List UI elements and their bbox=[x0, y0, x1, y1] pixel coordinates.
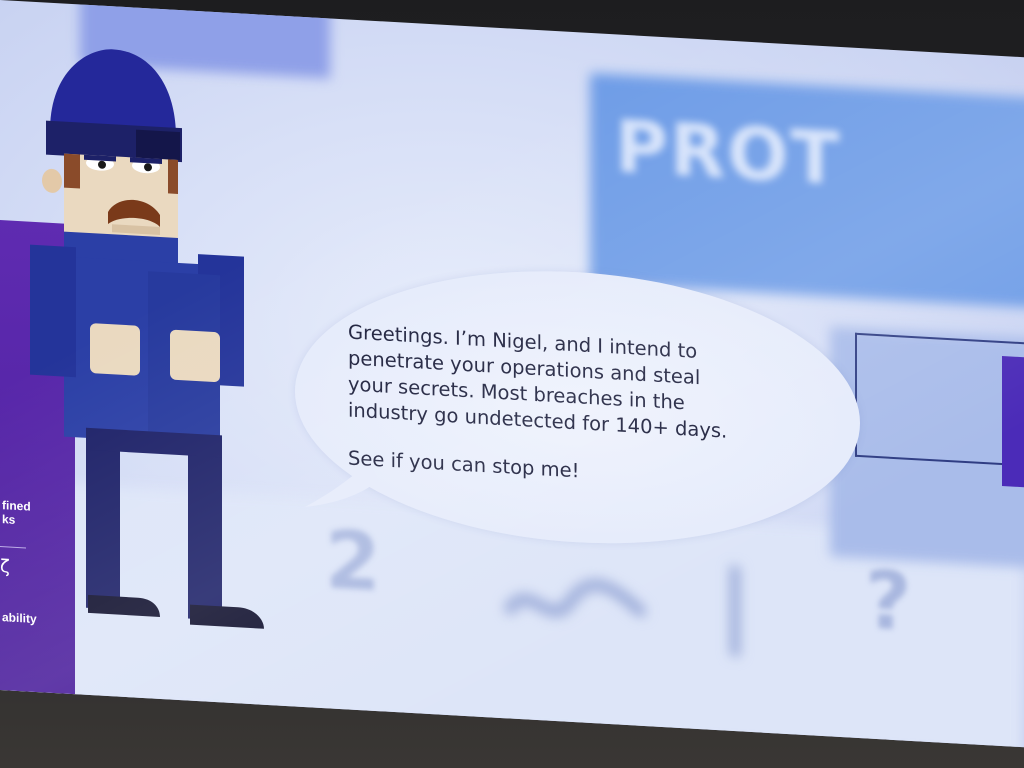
right-purple-tab[interactable] bbox=[1002, 356, 1024, 489]
background-bar-mark bbox=[730, 565, 740, 657]
left-arm bbox=[30, 244, 76, 378]
right-shoe bbox=[190, 604, 264, 629]
hair-right bbox=[168, 159, 178, 194]
left-hand bbox=[90, 323, 140, 376]
hair-left bbox=[64, 153, 80, 189]
background-glyph-question: ? bbox=[865, 553, 912, 649]
left-shoe bbox=[88, 594, 160, 617]
nigel-character bbox=[30, 49, 264, 629]
speech-bubble-text: Greetings. I’m Nigel, and I intend to pe… bbox=[348, 319, 818, 497]
ear bbox=[42, 168, 62, 193]
beanie-cuff-shade bbox=[136, 129, 180, 161]
curve-icon: ζ bbox=[0, 556, 10, 578]
right-hand bbox=[170, 329, 220, 382]
screen: PROT 2 ? fined ks ζ ability Greetings. I… bbox=[0, 0, 1024, 748]
background-banner-text: PROT bbox=[615, 104, 842, 202]
left-leg bbox=[86, 437, 120, 610]
background-glyph-number: 2 bbox=[325, 513, 381, 610]
right-panel-frame bbox=[855, 332, 1024, 468]
left-panel-text-line2: ks bbox=[2, 512, 16, 527]
left-panel-divider bbox=[0, 546, 26, 549]
right-leg bbox=[188, 443, 222, 621]
background-squiggle-icon bbox=[504, 578, 646, 617]
